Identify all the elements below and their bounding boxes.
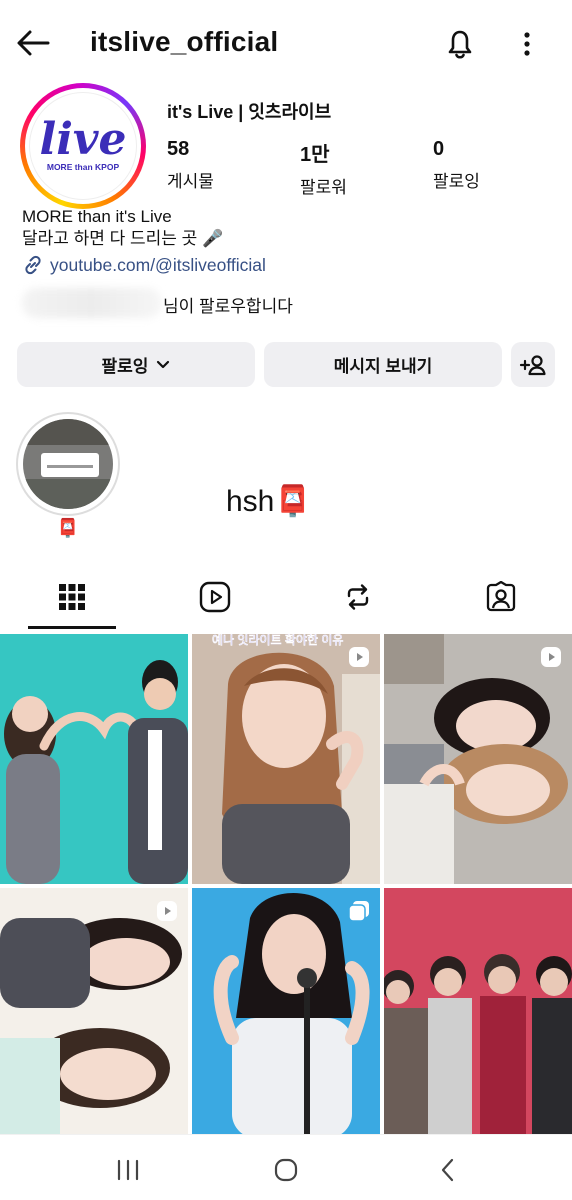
- tab-reels[interactable]: [143, 566, 286, 628]
- reel-indicator-icon: [157, 901, 177, 921]
- profile-tabs: [0, 566, 572, 630]
- profile-link[interactable]: youtube.com/@itsliveofficial: [22, 254, 266, 276]
- highlight-caption: hsh📮: [226, 485, 312, 518]
- reel-indicator-icon: [541, 647, 561, 667]
- reels-icon: [199, 581, 230, 613]
- profile-bio: MORE than it's Live 달라고 하면 다 드리는 곳 🎤: [22, 206, 223, 250]
- tab-posts-grid[interactable]: [0, 566, 143, 628]
- following-button-label: 팔로잉: [101, 357, 149, 376]
- message-button[interactable]: 메시지 보내기: [264, 342, 502, 387]
- bell-icon[interactable]: [440, 24, 480, 64]
- stat-posts-count: 58: [167, 138, 190, 160]
- stat-posts-label: 게시물: [167, 172, 214, 191]
- link-icon: [25, 255, 41, 275]
- back-icon[interactable]: [428, 1155, 468, 1185]
- stat-posts[interactable]: 58 게시물: [167, 138, 214, 192]
- post-caption-overlay: 예나 잇라이트 확야한 이유: [212, 634, 344, 647]
- post-thumbnail[interactable]: [384, 888, 572, 1138]
- back-arrow-icon[interactable]: [14, 26, 54, 60]
- home-icon[interactable]: [266, 1155, 306, 1185]
- stat-following-count: 0: [433, 138, 445, 160]
- profile-display-name: it's Live | 잇츠라이브: [167, 102, 332, 122]
- stat-followers[interactable]: 1만 팔로워: [300, 138, 347, 198]
- followed-by-text[interactable]: 님이 팔로우합니다: [163, 292, 293, 317]
- chevron-down-icon: [157, 360, 170, 368]
- add-person-icon: [519, 354, 546, 375]
- stat-following-label: 팔로잉: [433, 172, 480, 191]
- bio-line: MORE than it's Live: [22, 207, 172, 226]
- tab-reposts[interactable]: [286, 566, 429, 628]
- page-title: itslive_official: [90, 26, 279, 57]
- post-thumbnail[interactable]: [384, 634, 572, 884]
- reposts-icon: [347, 584, 368, 610]
- post-thumbnail[interactable]: [0, 634, 188, 884]
- message-button-label: 메시지 보내기: [333, 357, 433, 376]
- system-navigation-bar: [0, 1134, 572, 1200]
- post-thumbnail[interactable]: [192, 888, 380, 1138]
- stat-following[interactable]: 0 팔로잉: [433, 138, 480, 192]
- reel-indicator-icon: [349, 647, 369, 667]
- profile-avatar[interactable]: live MORE than KPOP: [20, 83, 146, 209]
- following-button[interactable]: 팔로잉: [17, 342, 255, 387]
- recent-apps-icon[interactable]: [108, 1155, 148, 1185]
- highlight-thumbnail: [23, 419, 113, 509]
- tagged-icon: [486, 581, 515, 612]
- more-options-icon[interactable]: [512, 26, 542, 62]
- post-thumbnail[interactable]: 예나 잇라이트 확야한 이유: [192, 634, 380, 884]
- stat-followers-label: 팔로워: [300, 178, 347, 197]
- carousel-indicator-icon: [348, 901, 369, 922]
- logo-tagline: MORE than KPOP: [46, 162, 120, 172]
- profile-link-text: youtube.com/@itsliveofficial: [50, 254, 266, 275]
- suggest-people-button[interactable]: [511, 342, 555, 387]
- active-tab-indicator: [28, 626, 116, 629]
- top-bar: itslive_official: [0, 0, 572, 86]
- story-highlight[interactable]: [16, 412, 120, 516]
- bio-line: 달라고 하면 다 드리는 곳 🎤: [22, 229, 224, 248]
- grid-icon: [58, 584, 85, 610]
- tab-tagged[interactable]: [429, 566, 572, 628]
- highlight-label: 📮: [56, 518, 80, 538]
- post-thumbnail[interactable]: [0, 888, 188, 1138]
- stat-followers-count: 1만: [300, 144, 330, 166]
- blurred-follower-names: [22, 288, 162, 318]
- logo-wordmark: live: [39, 114, 127, 165]
